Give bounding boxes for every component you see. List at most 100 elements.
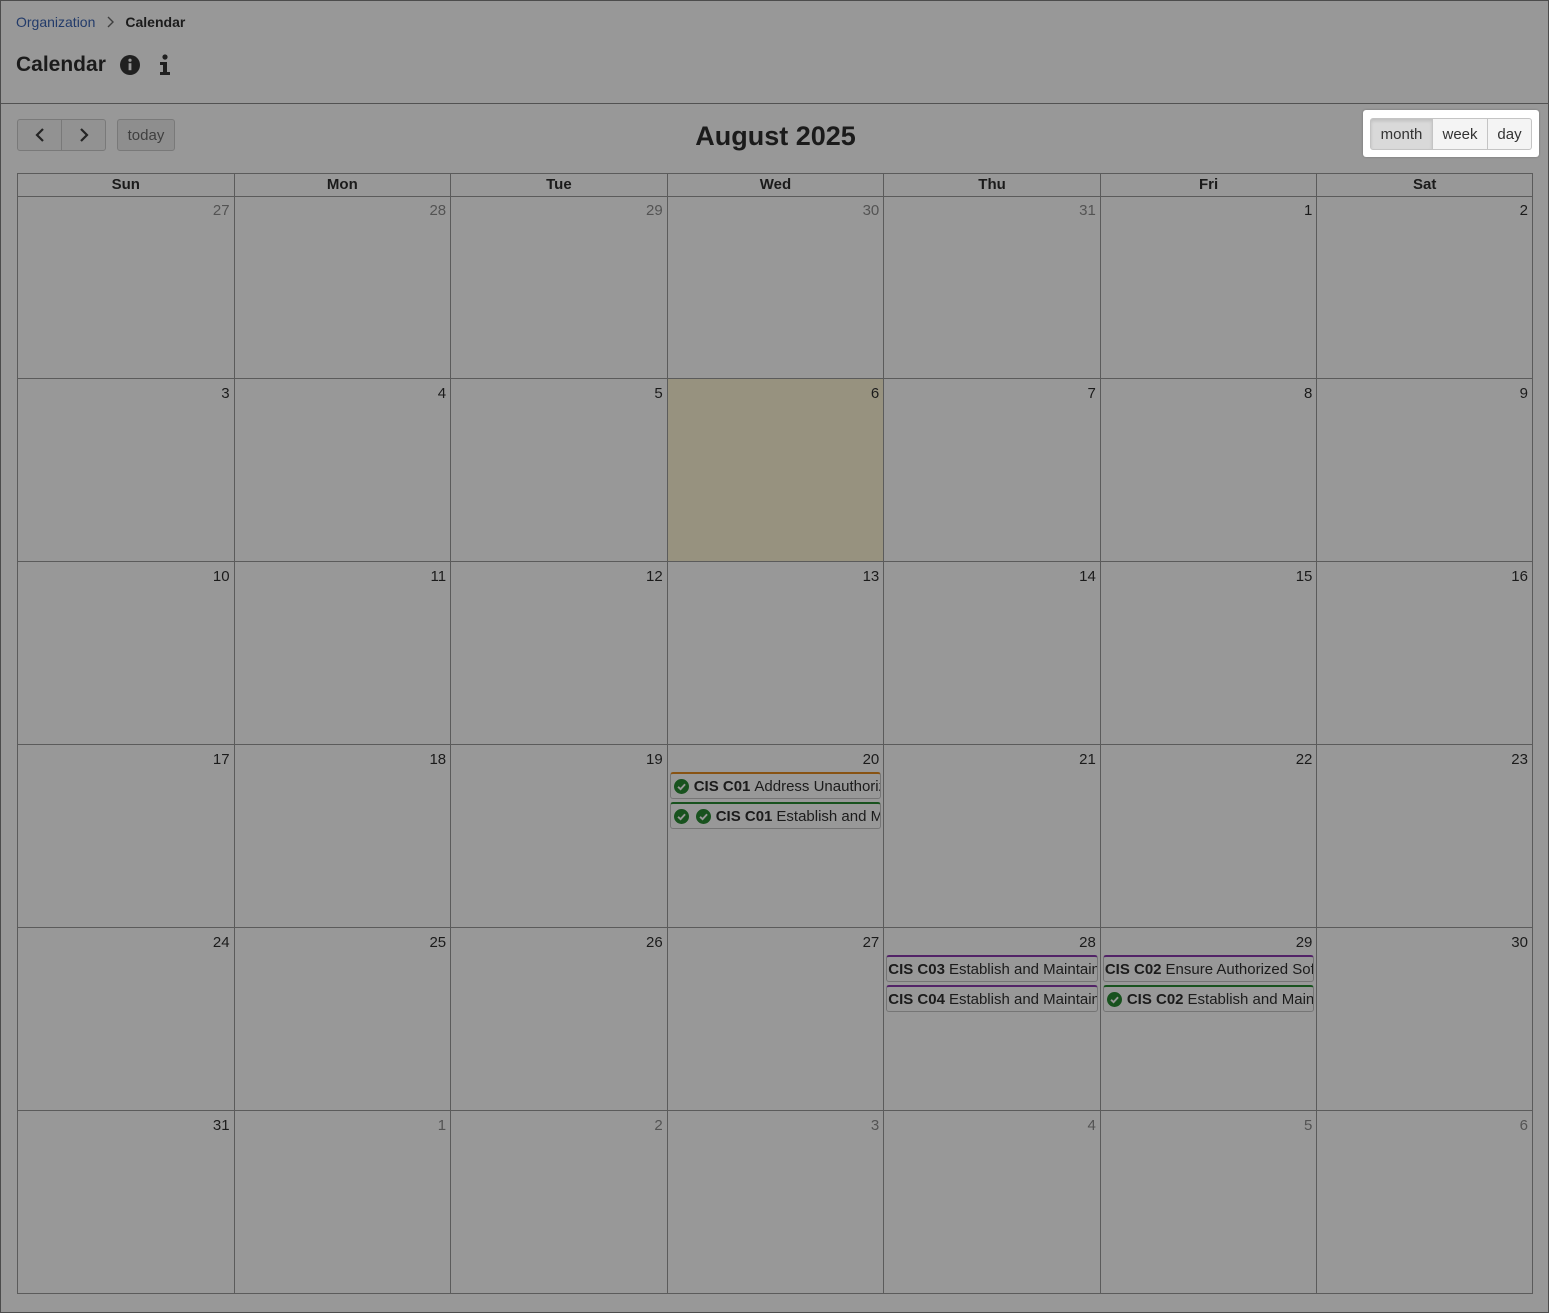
day-number[interactable]: 1 [1304, 202, 1312, 219]
day-number[interactable]: 5 [1304, 1117, 1312, 1134]
day-cell[interactable]: 27 [17, 196, 234, 379]
day-cell[interactable]: 5 [1099, 1111, 1317, 1294]
info-icon[interactable] [158, 54, 172, 76]
day-cell[interactable]: 1 [233, 1111, 451, 1294]
day-number[interactable]: 12 [646, 568, 663, 585]
day-number[interactable]: 31 [1079, 202, 1096, 219]
day-cell[interactable]: 28 [233, 196, 451, 379]
day-number[interactable]: 4 [438, 385, 446, 402]
day-number[interactable]: 11 [431, 568, 447, 585]
day-cell[interactable]: 2 [1316, 196, 1533, 379]
day-number[interactable]: 29 [1296, 934, 1313, 951]
day-number[interactable]: 25 [429, 934, 446, 951]
day-number[interactable]: 27 [863, 934, 880, 951]
calendar-event[interactable]: CIS C01 Establish and Ma [669, 802, 882, 829]
day-number[interactable]: 9 [1520, 385, 1528, 402]
day-number[interactable]: 5 [654, 385, 662, 402]
day-cell[interactable]: 29 [450, 196, 667, 379]
day-number[interactable]: 28 [1079, 934, 1096, 951]
day-cell[interactable]: 25 [233, 928, 451, 1111]
day-cell[interactable]: 4 [233, 379, 451, 562]
calendar-event[interactable]: CIS C02 Ensure Authorized Sof [1102, 955, 1315, 982]
next-month-button[interactable] [61, 119, 106, 151]
day-number[interactable]: 24 [213, 934, 230, 951]
day-cell[interactable]: 10 [17, 562, 234, 745]
day-number[interactable]: 3 [221, 385, 229, 402]
day-cell[interactable]: 24 [17, 928, 234, 1111]
day-number[interactable]: 21 [1079, 751, 1096, 768]
day-number[interactable]: 30 [1511, 934, 1528, 951]
calendar-event[interactable]: CIS C04 Establish and Maintain [886, 985, 1098, 1012]
day-number[interactable]: 28 [429, 202, 446, 219]
day-number[interactable]: 3 [871, 1117, 879, 1134]
day-number[interactable]: 6 [871, 385, 879, 402]
day-number[interactable]: 22 [1296, 751, 1313, 768]
day-cell[interactable]: 17 [17, 745, 234, 928]
today-button[interactable]: today [117, 119, 175, 151]
info-circle-icon[interactable] [119, 55, 140, 75]
day-number[interactable]: 20 [863, 751, 880, 768]
day-cell[interactable]: 11 [233, 562, 451, 745]
chevron-left-icon [34, 128, 44, 142]
calendar-event[interactable]: CIS C02 Establish and Maint [1102, 985, 1315, 1012]
day-cell[interactable]: 18 [233, 745, 451, 928]
day-number[interactable]: 26 [646, 934, 663, 951]
view-month-button[interactable]: month [1370, 118, 1433, 150]
day-cell[interactable]: 30 [666, 196, 884, 379]
day-cell[interactable]: 6 [1316, 1111, 1533, 1294]
day-cell[interactable]: 2 [450, 1111, 667, 1294]
view-day-button[interactable]: day [1487, 118, 1532, 150]
breadcrumb-organization-link[interactable]: Organization [16, 14, 95, 30]
day-number[interactable]: 31 [213, 1117, 230, 1134]
day-cell-today[interactable]: 6 [666, 379, 884, 562]
day-number[interactable]: 10 [213, 568, 230, 585]
day-cell[interactable]: 1 [1099, 196, 1317, 379]
day-number[interactable]: 8 [1304, 385, 1312, 402]
day-cell[interactable]: 22 [1099, 745, 1317, 928]
prev-month-button[interactable] [17, 119, 62, 151]
day-cell[interactable]: 31 [17, 1111, 234, 1294]
day-number[interactable]: 15 [1296, 568, 1313, 585]
day-number[interactable]: 27 [213, 202, 230, 219]
day-number[interactable]: 29 [646, 202, 663, 219]
day-cell[interactable]: 13 [666, 562, 884, 745]
day-number[interactable]: 18 [429, 751, 446, 768]
day-cell[interactable]: 30 [1316, 928, 1533, 1111]
calendar-event[interactable]: CIS C01 Address Unauthoriz [669, 772, 882, 799]
day-number[interactable]: 13 [863, 568, 880, 585]
day-number[interactable]: 2 [1520, 202, 1528, 219]
day-cell[interactable]: 16 [1316, 562, 1533, 745]
day-cell[interactable]: 20 CIS C01 Address Unauthoriz CIS C01 Establ… [666, 745, 884, 928]
day-cell[interactable]: 3 [666, 1111, 884, 1294]
day-number[interactable]: 14 [1079, 568, 1096, 585]
day-number[interactable]: 7 [1087, 385, 1095, 402]
day-cell[interactable]: 12 [450, 562, 667, 745]
day-cell[interactable]: 7 [883, 379, 1100, 562]
day-number[interactable]: 2 [654, 1117, 662, 1134]
day-cell[interactable]: 29 CIS C02 Ensure Authorized Sof CIS C02 Est… [1099, 928, 1317, 1111]
day-cell[interactable]: 21 [883, 745, 1100, 928]
calendar-event[interactable]: CIS C03 Establish and Maintain [886, 955, 1098, 982]
day-cell[interactable]: 9 [1316, 379, 1533, 562]
day-number[interactable]: 19 [646, 751, 663, 768]
day-number[interactable]: 23 [1511, 751, 1528, 768]
day-cell[interactable]: 19 [450, 745, 667, 928]
day-number[interactable]: 1 [438, 1117, 446, 1134]
day-number[interactable]: 6 [1520, 1117, 1528, 1134]
day-cell[interactable]: 4 [883, 1111, 1100, 1294]
day-number[interactable]: 16 [1511, 568, 1528, 585]
day-cell[interactable]: 26 [450, 928, 667, 1111]
view-week-button[interactable]: week [1432, 118, 1488, 150]
day-cell[interactable]: 27 [666, 928, 884, 1111]
day-cell[interactable]: 3 [17, 379, 234, 562]
day-number[interactable]: 4 [1087, 1117, 1095, 1134]
day-cell[interactable]: 28 CIS C03 Establish and Maintain CIS C04 Es… [883, 928, 1100, 1111]
day-cell[interactable]: 8 [1099, 379, 1317, 562]
day-number[interactable]: 30 [863, 202, 880, 219]
day-cell[interactable]: 23 [1316, 745, 1533, 928]
day-cell[interactable]: 5 [450, 379, 667, 562]
day-cell[interactable]: 15 [1099, 562, 1317, 745]
day-number[interactable]: 17 [213, 751, 230, 768]
day-cell[interactable]: 14 [883, 562, 1100, 745]
day-cell[interactable]: 31 [883, 196, 1100, 379]
